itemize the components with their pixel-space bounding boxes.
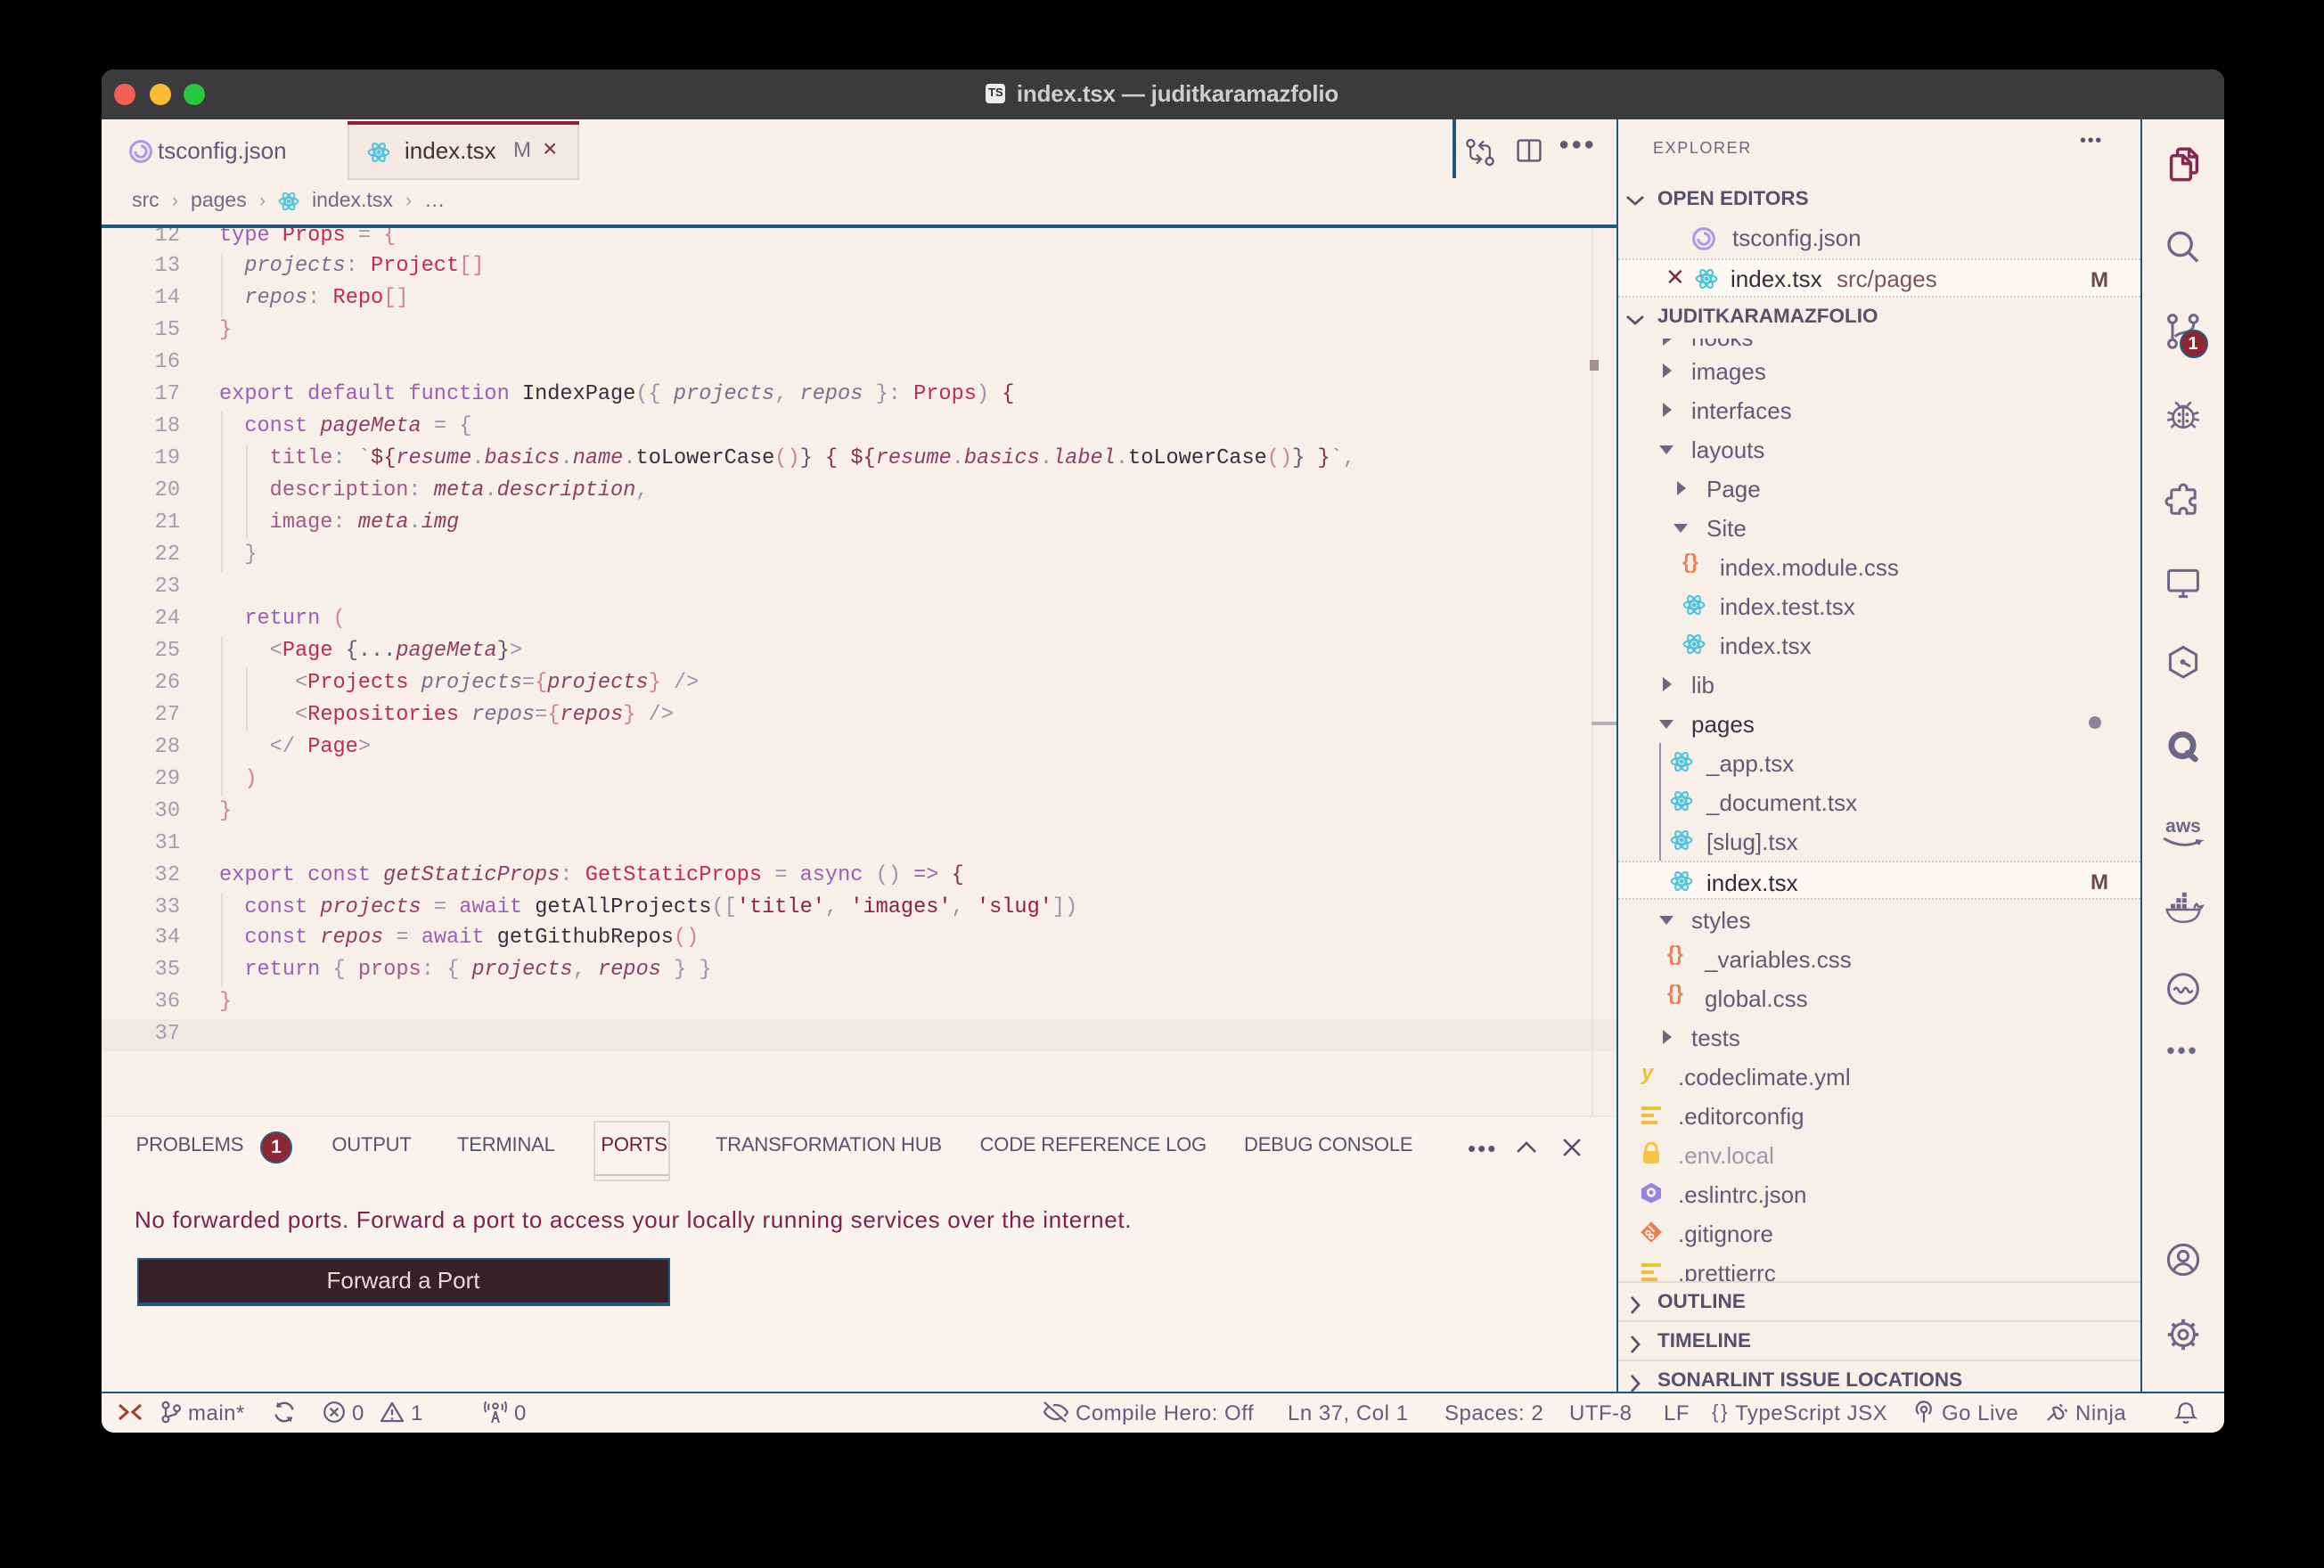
svg-text:aws: aws [2165, 815, 2201, 836]
